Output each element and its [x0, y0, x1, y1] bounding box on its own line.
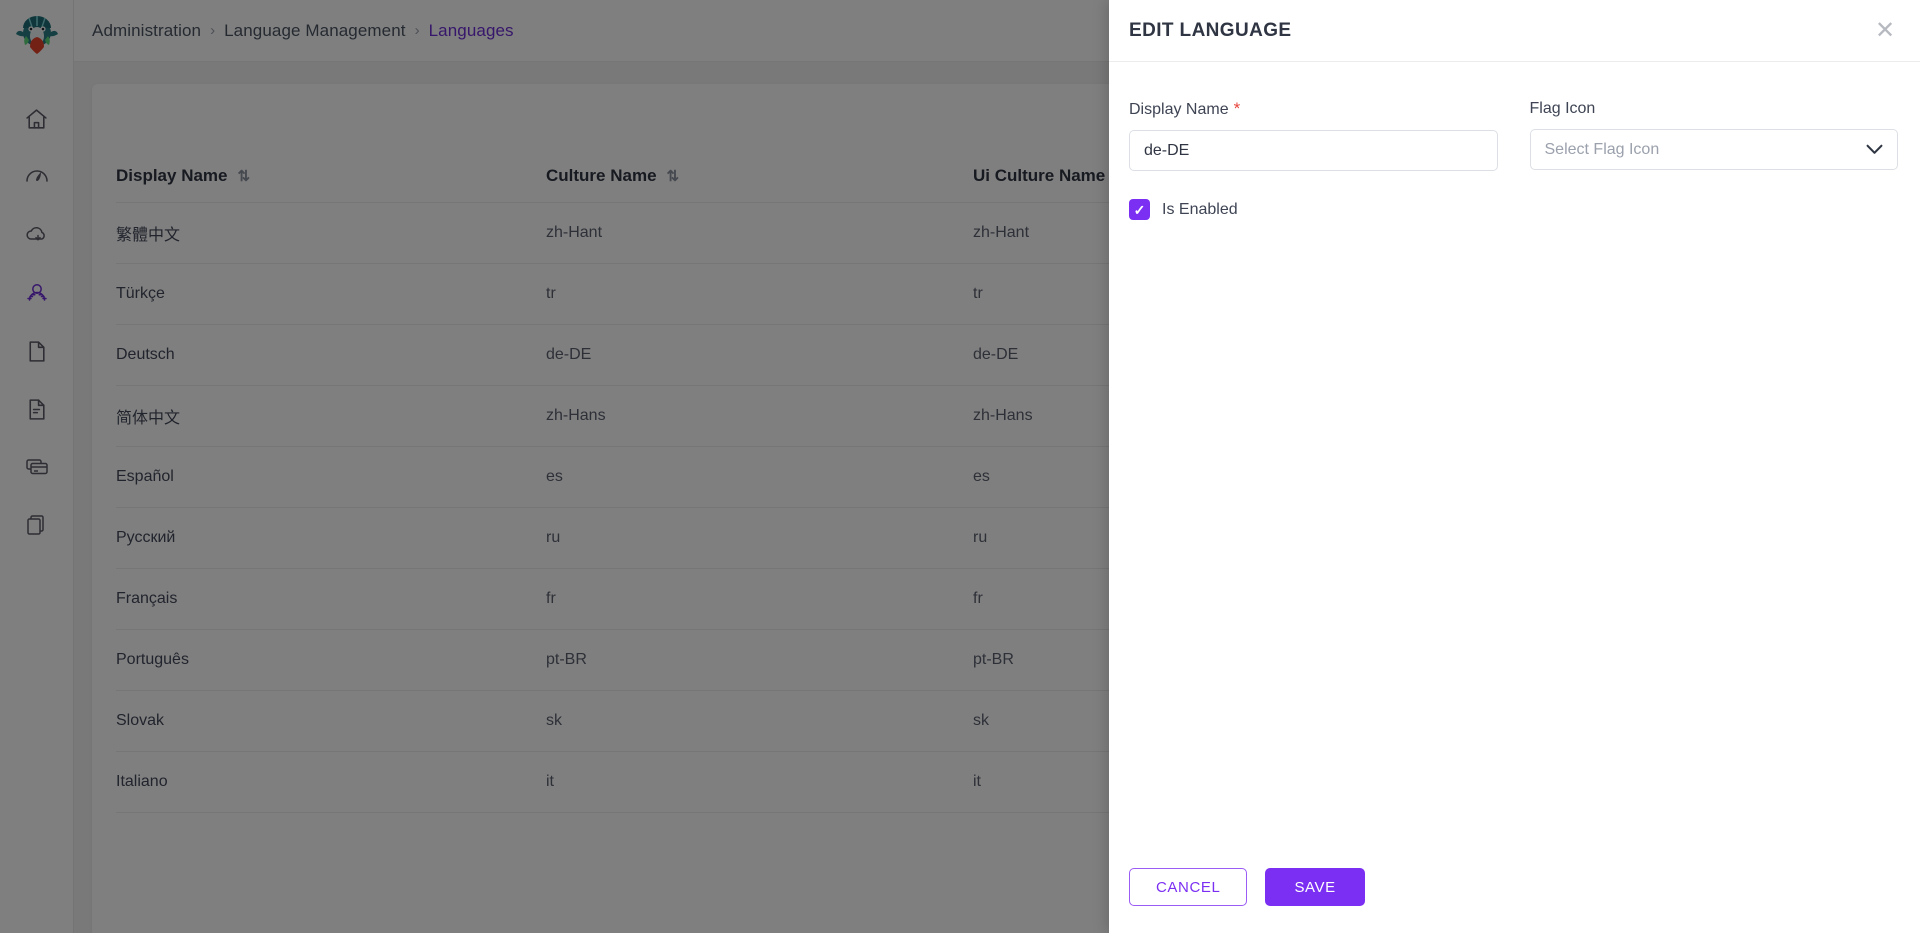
field-display-name: Display Name * de-DE — [1129, 100, 1498, 171]
app-root: Administration › Language Management › L… — [0, 0, 1920, 933]
display-name-input[interactable]: de-DE — [1129, 130, 1498, 171]
is-enabled-checkbox[interactable]: ✓ — [1129, 199, 1150, 220]
drawer-title: EDIT LANGUAGE — [1129, 19, 1292, 41]
field-is-enabled[interactable]: ✓ Is Enabled — [1129, 199, 1898, 220]
display-name-label: Display Name * — [1129, 100, 1498, 119]
drawer-body: Display Name * de-DE Flag Icon Select Fl… — [1109, 62, 1920, 841]
drawer-footer: CANCEL SAVE — [1109, 841, 1920, 933]
display-name-label-text: Display Name — [1129, 101, 1229, 118]
cancel-button[interactable]: CANCEL — [1129, 868, 1248, 906]
flag-icon-label: Flag Icon — [1530, 100, 1899, 118]
edit-language-drawer: EDIT LANGUAGE ✕ Display Name * de-DE Fla… — [1109, 0, 1920, 933]
flag-icon-select[interactable]: Select Flag Icon — [1529, 129, 1898, 170]
is-enabled-label: Is Enabled — [1162, 200, 1238, 218]
required-marker: * — [1233, 99, 1241, 118]
save-button[interactable]: SAVE — [1265, 868, 1365, 906]
chevron-down-icon — [1866, 142, 1883, 158]
form-grid: Display Name * de-DE Flag Icon Select Fl… — [1129, 100, 1898, 171]
drawer-header: EDIT LANGUAGE ✕ — [1109, 0, 1920, 62]
flag-icon-placeholder: Select Flag Icon — [1544, 140, 1660, 158]
close-icon[interactable]: ✕ — [1872, 18, 1898, 44]
field-flag-icon: Flag Icon Select Flag Icon — [1529, 100, 1899, 171]
flag-icon-label-text: Flag Icon — [1529, 100, 1596, 117]
